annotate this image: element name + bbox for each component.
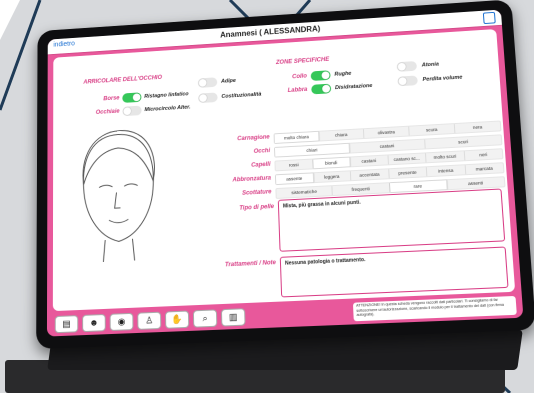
toggle-label-rughe: Rughe [334,70,352,78]
body-icon[interactable]: ♙ [137,311,162,330]
toggle-label-adipe: Adipe [220,78,236,85]
row-label: Occhi [253,148,271,155]
segment-option[interactable]: molto chiara [274,131,320,144]
toggle-label-disidratazione: Disidratazione [334,83,373,92]
row-label: Abbronzatura [232,175,272,184]
segment-option[interactable]: presente [388,167,428,179]
book-icon[interactable]: ▥ [220,308,246,327]
app-screen: indietro Anamnesi ( ALESSANDRA) ARRICOLA… [46,9,524,337]
skin-type-field[interactable]: Mista, più grassa in alcuni punti. [277,188,506,252]
row-label: Capelli [251,161,271,169]
segment-option[interactable]: leggera [313,171,352,183]
toggle-disidratazione[interactable] [311,83,332,95]
toggle-label-atonia: Atonia [421,61,440,69]
toggle-microcircolo[interactable] [122,105,142,117]
segment-option[interactable]: accentata [350,169,390,181]
document-icon[interactable]: ▤ [54,315,79,334]
treatments-field[interactable]: Nessuna patologia o trattamento. [279,246,509,298]
toggle-label-ristagno: Ristagno linfatico [144,91,189,100]
face-illustration [70,124,168,265]
segment-option[interactable]: olivastra [363,126,410,139]
search-face-icon[interactable]: ⌕ [192,309,218,328]
toggle-atonia[interactable] [396,61,418,72]
segment-option[interactable]: sistematiche [276,186,334,198]
side-label-occhiaie: Occhiaie [95,108,120,116]
segment-option[interactable]: biondi [312,157,351,169]
segment-option[interactable]: chiari [274,143,350,157]
hands-icon[interactable]: ✋ [165,310,190,329]
side-label-borse: Borse [103,95,120,103]
toggle-ristagno[interactable] [122,92,142,103]
toggle-rughe[interactable] [310,70,331,82]
share-icon[interactable] [482,11,496,25]
toggle-label-perdita-volume: Perdita volume [422,74,463,83]
segment-option[interactable]: castani [349,139,426,153]
segment-option[interactable]: neri [464,149,502,160]
side-label-labbra: Labbra [287,86,308,94]
row-label: Scottature [242,189,272,197]
tablet-device: indietro Anamnesi ( ALESSANDRA) ARRICOLA… [36,0,534,359]
head-icon[interactable]: ☻ [82,313,106,333]
eye-icon[interactable]: ◉ [109,312,134,332]
segment-option[interactable]: nera [455,122,501,133]
form-panel: ARRICOLARE DELL'OCCHIO ZONE SPECIFICHE B… [52,29,516,312]
section-eye-title: ARRICOLARE DELL'OCCHIO [83,75,163,86]
segment-option[interactable]: intensa [426,165,466,177]
row-label: Carnagione [237,134,270,143]
toggle-adipe[interactable] [197,77,218,88]
segment-option[interactable]: frequenti [332,183,390,196]
treatments-value: Nessuna patologia o trattamento. [284,256,366,267]
toggle-label-microcircolo: Microcircolo Alter. [144,104,191,113]
segment-option[interactable]: chiara [319,129,365,141]
toggle-costituzionalita[interactable] [198,92,218,104]
segment-option[interactable]: castano sc... [387,153,427,165]
segment-option[interactable]: scura [409,124,456,136]
skin-type-value: Mista, più grassa in alcuni punti. [282,199,361,210]
tablet-frame: indietro Anamnesi ( ALESSANDRA) ARRICOLA… [36,0,534,350]
segment-option[interactable]: castani [350,155,389,167]
treatments-label: Trattamenti / Note [224,260,277,269]
skin-type-label: Tipo di pelle [239,204,275,212]
segment-option[interactable]: scuri [425,135,501,148]
segment-option[interactable]: rossi [275,159,314,171]
segment-option[interactable]: assenti [447,177,505,189]
segment-option[interactable]: marcata [465,163,503,174]
segment-option[interactable]: molto scuri [425,151,465,163]
segment-option[interactable]: rare [389,180,448,193]
section-zones-title: ZONE SPECIFICHE [275,56,330,66]
toggle-perdita-volume[interactable] [397,75,418,87]
toggle-label-costituzionalita: Costituzionalità [221,91,262,100]
privacy-notice: ATTENZIONE! In questa scheda vengono rac… [352,295,517,322]
side-label-collo: Collo [292,73,307,81]
segment-option[interactable]: assente [275,173,314,185]
